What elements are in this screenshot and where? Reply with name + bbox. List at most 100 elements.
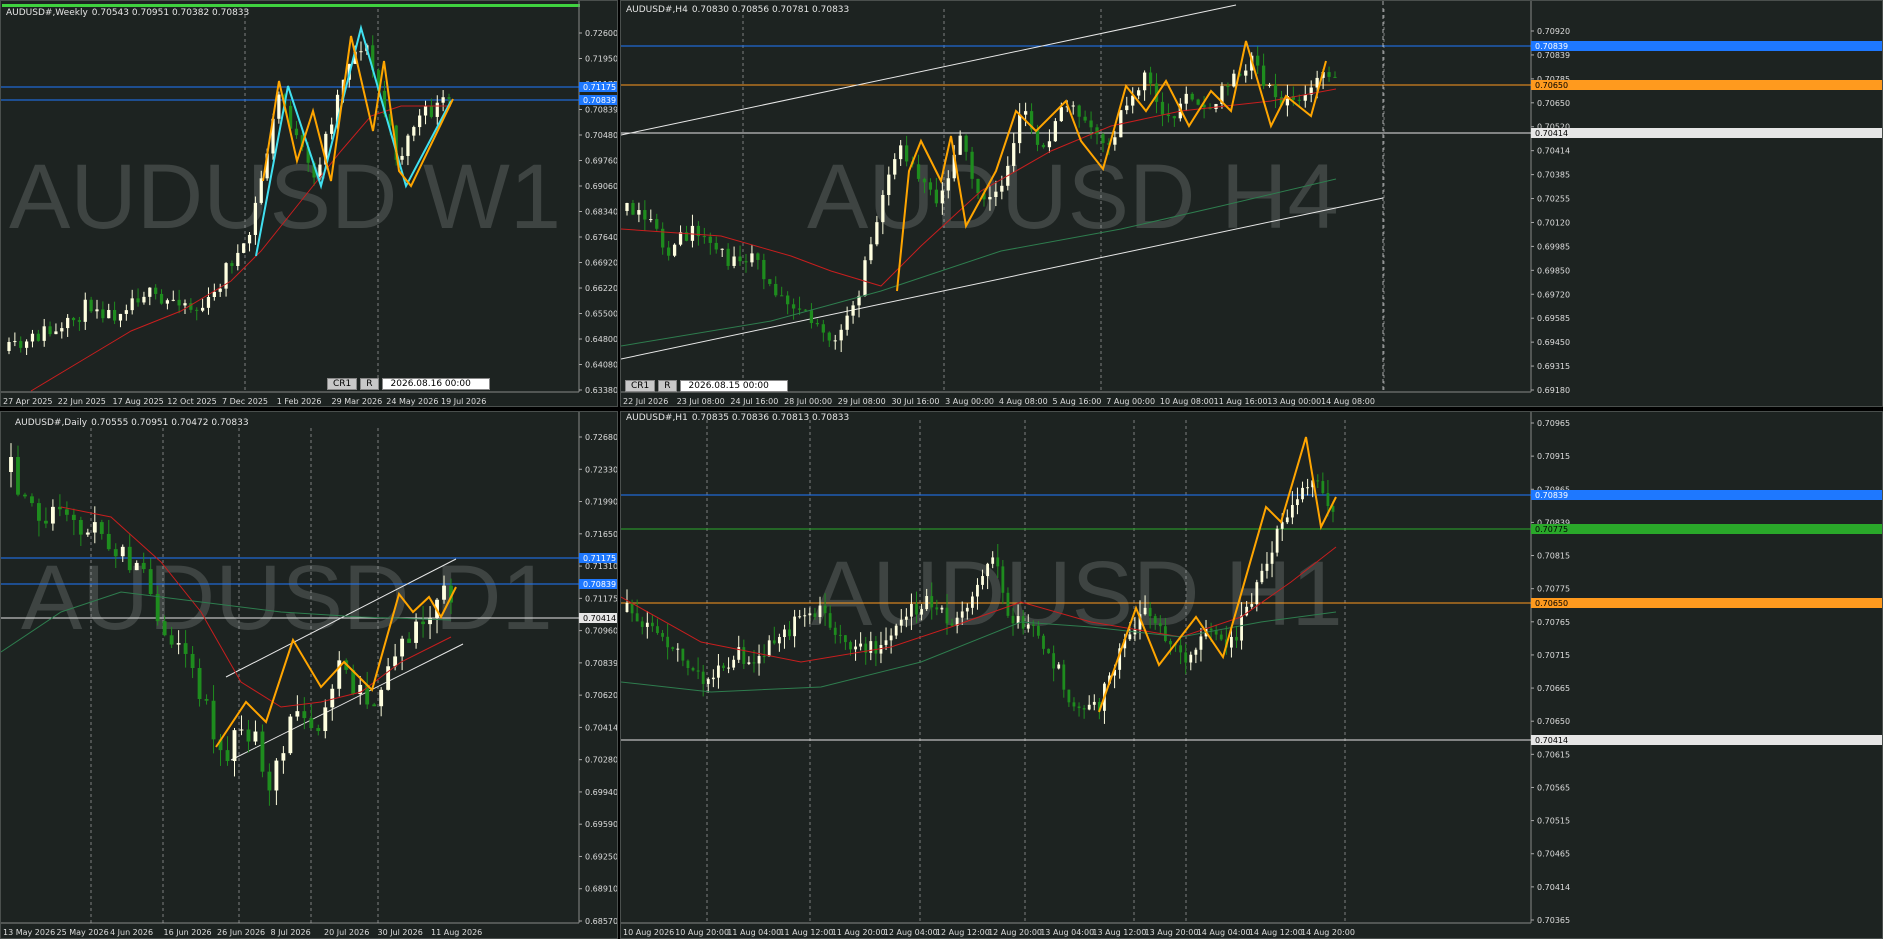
time-label: 26 Jun 2026	[217, 928, 265, 937]
chart-canvas[interactable]: 0.709200.708390.707850.706500.705200.704…	[621, 1, 1883, 407]
price-label: 0.70515	[1537, 817, 1570, 826]
candle	[78, 519, 83, 535]
time-label: 27 Apr 2025	[3, 397, 52, 406]
candle	[1012, 143, 1016, 166]
candle	[666, 636, 670, 648]
r-button[interactable]: R	[658, 380, 677, 392]
candle	[762, 259, 766, 280]
chart-canvas[interactable]: 0.72600 0.71950 0.71175 0.70839 0.70480 0.697…	[1, 1, 618, 407]
crosshair-controls: CR1 R 2026.08.16 00:00	[327, 378, 490, 390]
candle	[1128, 634, 1132, 640]
price-label: 0.70650	[1537, 99, 1570, 108]
candle	[400, 638, 405, 657]
candle	[839, 329, 843, 341]
candle	[696, 670, 700, 672]
candle	[1190, 93, 1194, 100]
time-label: 12 Aug 04:00	[884, 928, 938, 937]
cr1-button[interactable]: CR1	[327, 378, 358, 390]
candle	[727, 667, 730, 669]
price-tag-label: 0.70414	[1535, 736, 1568, 745]
price-label: 0.71650	[585, 530, 618, 539]
price-label: 0.70280	[585, 756, 618, 765]
price-label: 0.70775	[1537, 585, 1570, 594]
candle	[904, 145, 909, 162]
chart-canvas[interactable]: 0.709650.709150.708650.708390.708150.707…	[621, 412, 1883, 939]
candle	[253, 731, 258, 742]
candle	[1290, 505, 1294, 518]
candle	[827, 332, 831, 341]
candle	[934, 189, 939, 204]
candle	[142, 296, 146, 303]
candle	[95, 309, 99, 312]
candle	[815, 323, 820, 325]
candle	[976, 178, 980, 194]
candle	[1184, 652, 1188, 663]
candle	[232, 730, 237, 762]
candle	[717, 665, 720, 678]
cursor-date: 2026.08.16 00:00	[381, 378, 490, 390]
candle	[823, 605, 827, 614]
price-tag-label: 0.70650	[1535, 599, 1568, 608]
candle	[1137, 90, 1141, 96]
candle	[631, 203, 635, 215]
candle	[19, 341, 23, 348]
price-label: 0.65500	[585, 310, 618, 319]
candle	[36, 333, 40, 341]
candle	[768, 279, 772, 284]
candle	[247, 234, 252, 244]
candle	[1072, 702, 1076, 707]
candle	[1255, 582, 1259, 605]
candle	[738, 256, 742, 262]
time-label: 22 Jul 2026	[623, 397, 668, 406]
r-button[interactable]: R	[360, 378, 379, 390]
cr1-button[interactable]: CR1	[625, 380, 656, 392]
candle	[442, 585, 446, 600]
candle	[177, 299, 181, 306]
time-label: 7 Aug 00:00	[1106, 397, 1155, 406]
candle	[714, 242, 718, 250]
time-label: 24 May 2026	[386, 397, 438, 406]
candle	[412, 127, 416, 136]
candle	[1023, 111, 1028, 115]
candle	[165, 300, 170, 304]
chart-canvas[interactable]: 0.726800.723300.719900.716500.713100.711…	[1, 412, 618, 939]
candle	[13, 341, 17, 343]
chart-panel-h4[interactable]: AUDUSD H4 0.70920 0.70839 0.70785 0.70650 0.…	[620, 0, 1883, 407]
trend-channel-line	[621, 4, 1237, 136]
candle	[447, 97, 451, 99]
candle	[386, 666, 391, 690]
candle	[30, 496, 34, 504]
chart-panel-weekly[interactable]: AUDUSD W1 0.726000.719500.711750.708390.…	[0, 0, 618, 407]
time-label: 14 Aug 04:00	[1197, 928, 1251, 937]
candle	[904, 616, 908, 620]
candle	[120, 546, 125, 557]
candle	[946, 178, 950, 191]
candle	[986, 563, 990, 577]
candle	[752, 662, 756, 664]
chart-panel-h1[interactable]: AUDUSD H1 0.70965 0.70915 0.70865 0.70839 0.…	[620, 411, 1883, 939]
moving-average	[60, 506, 452, 708]
price-label: 0.69760	[585, 157, 618, 166]
candle	[274, 760, 279, 791]
candle	[1240, 615, 1243, 641]
candle	[988, 196, 992, 200]
price-label: 0.71990	[585, 498, 618, 507]
price-label: 0.70960	[585, 627, 618, 636]
candle	[1077, 706, 1081, 709]
candle	[423, 106, 428, 116]
price-tag-label: 0.70839	[1535, 42, 1568, 51]
time-label: 13 May 2026	[3, 928, 55, 937]
price-label: 0.71310	[585, 562, 618, 571]
candle	[875, 222, 879, 245]
candle	[127, 546, 132, 571]
chart-panel-daily[interactable]: AUDUSD D1 0.72680 0.72330 0.71990 0.71650 0.…	[0, 411, 618, 939]
candle	[134, 562, 139, 571]
candle	[851, 305, 855, 316]
candle	[649, 219, 653, 221]
price-tag	[1531, 735, 1882, 745]
candle	[1326, 493, 1330, 507]
candle	[894, 625, 898, 636]
candle	[281, 753, 286, 761]
candle	[788, 629, 791, 637]
time-label: 10 Aug 2026	[623, 928, 674, 937]
